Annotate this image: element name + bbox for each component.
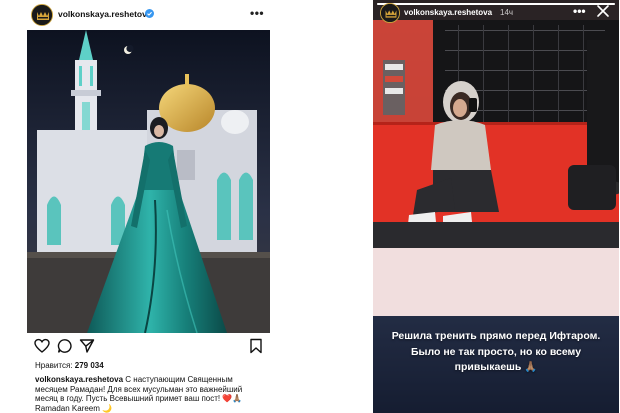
likes-count[interactable]: Нравится: 279 034 (35, 361, 104, 370)
verified-icon (145, 9, 154, 18)
story-more-button[interactable]: ••• (573, 4, 586, 18)
bookmark-icon[interactable] (248, 338, 264, 354)
post-header: volkonskaya.reshetova ••• (26, 0, 271, 30)
story-view[interactable]: volkonskaya.reshetova 14ч ••• Решила тре… (373, 0, 619, 413)
post-username[interactable]: volkonskaya.reshetova (58, 9, 152, 19)
likes-label: Нравится: (35, 361, 73, 370)
close-icon[interactable] (595, 3, 611, 19)
likes-number: 279 034 (74, 361, 104, 370)
post-photo[interactable] (27, 30, 270, 333)
caption-username[interactable]: volkonskaya.reshetova (35, 375, 123, 384)
crown-logo-icon (32, 5, 52, 25)
story-caption: Решила тренить прямо перед Ифтаром. Было… (391, 330, 601, 373)
share-icon[interactable] (79, 338, 95, 354)
post-more-button[interactable]: ••• (250, 6, 264, 20)
profile-avatar[interactable] (31, 4, 53, 26)
heart-icon[interactable] (34, 338, 50, 354)
story-avatar[interactable] (380, 3, 400, 23)
comment-icon[interactable] (57, 338, 73, 354)
screenshot-stage: volkonskaya.reshetova ••• Нравится: 279 … (0, 0, 620, 413)
feed-post: volkonskaya.reshetova ••• Нравится: 279 … (26, 0, 271, 413)
story-username[interactable]: volkonskaya.reshetova (404, 8, 492, 17)
story-timestamp: 14ч (500, 8, 514, 17)
post-actions-bar (26, 338, 271, 356)
post-caption: volkonskaya.reshetova С наступающим Свящ… (35, 375, 267, 413)
